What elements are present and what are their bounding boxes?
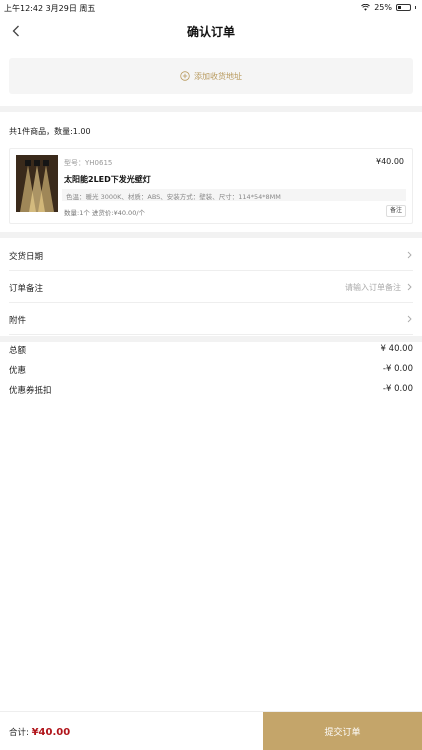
battery-icon: [396, 4, 411, 11]
section-divider: [0, 106, 422, 112]
order-note-row[interactable]: 订单备注 请输入订单备注: [9, 271, 413, 303]
discount-line: 优惠 -¥ 0.00: [9, 364, 413, 378]
submit-order-button[interactable]: 提交订单: [263, 712, 422, 750]
delivery-date-row[interactable]: 交货日期: [9, 239, 413, 271]
coupon-label: 优惠券抵扣: [9, 386, 52, 396]
items-summary: 共1件商品，数量:1.00: [9, 127, 91, 136]
chevron-right-icon: [405, 249, 413, 261]
battery-tip: [415, 6, 416, 9]
page-title: 确认订单: [186, 25, 235, 39]
wifi-icon: [361, 4, 371, 11]
status-bar: 上午12:42 3月29日 周五 25%: [0, 0, 422, 16]
order-note-input[interactable]: 请输入订单备注: [345, 282, 401, 293]
sum-label: 合计:: [9, 728, 32, 738]
delivery-date-label: 交货日期: [9, 252, 44, 262]
chevron-right-icon: [405, 281, 413, 293]
bottom-bar: 合计: ¥40.00 提交订单: [0, 711, 422, 750]
nav-bar: 确认订单: [0, 16, 422, 46]
coupon-value: -¥ 0.00: [382, 384, 413, 394]
total-value: ¥ 40.00: [380, 344, 413, 354]
add-address-button[interactable]: 添加收货地址: [9, 58, 413, 94]
chevron-right-icon: [405, 313, 413, 325]
sum-amount: ¥40.00: [31, 727, 71, 738]
product-card: 型号：YH0615 ¥40.00 太阳能2LED下发光壁灯 色温：暖光 3000…: [9, 148, 413, 224]
attachment-label: 附件: [9, 316, 27, 326]
discount-value: -¥ 0.00: [382, 364, 413, 374]
product-image: [16, 155, 58, 212]
order-note-label: 订单备注: [9, 284, 44, 294]
status-indicators: 25%: [361, 3, 416, 12]
plus-circle-icon: [180, 71, 190, 81]
add-address-label: 添加收货地址: [194, 71, 242, 81]
discount-label: 优惠: [9, 366, 27, 376]
product-spec: 色温：暖光 3000K、材质：ABS、安装方式：壁装、尺寸：114*54*8MM: [62, 189, 406, 201]
product-model: 型号：YH0615: [64, 159, 113, 167]
wall-lamp-image: [16, 155, 58, 212]
total-label: 总额: [9, 346, 27, 356]
total-line: 总额 ¥ 40.00: [9, 344, 413, 358]
coupon-line: 优惠券抵扣 -¥ 0.00: [9, 384, 413, 398]
product-price: ¥40.00: [376, 157, 404, 166]
status-time-date: 上午12:42 3月29日 周五: [4, 4, 96, 13]
order-sum: 合计: ¥40.00: [9, 726, 70, 738]
section-divider: [0, 232, 422, 238]
attachment-row[interactable]: 附件: [9, 303, 413, 335]
item-remark-button[interactable]: 备注: [385, 205, 406, 217]
battery-level: [398, 6, 402, 9]
battery-percent: 25%: [374, 3, 392, 12]
section-divider: [0, 336, 422, 342]
product-quantity-price: 数量:1个 进货价:¥40.00/个: [64, 209, 146, 217]
product-name: 太阳能2LED下发光壁灯: [64, 175, 151, 184]
